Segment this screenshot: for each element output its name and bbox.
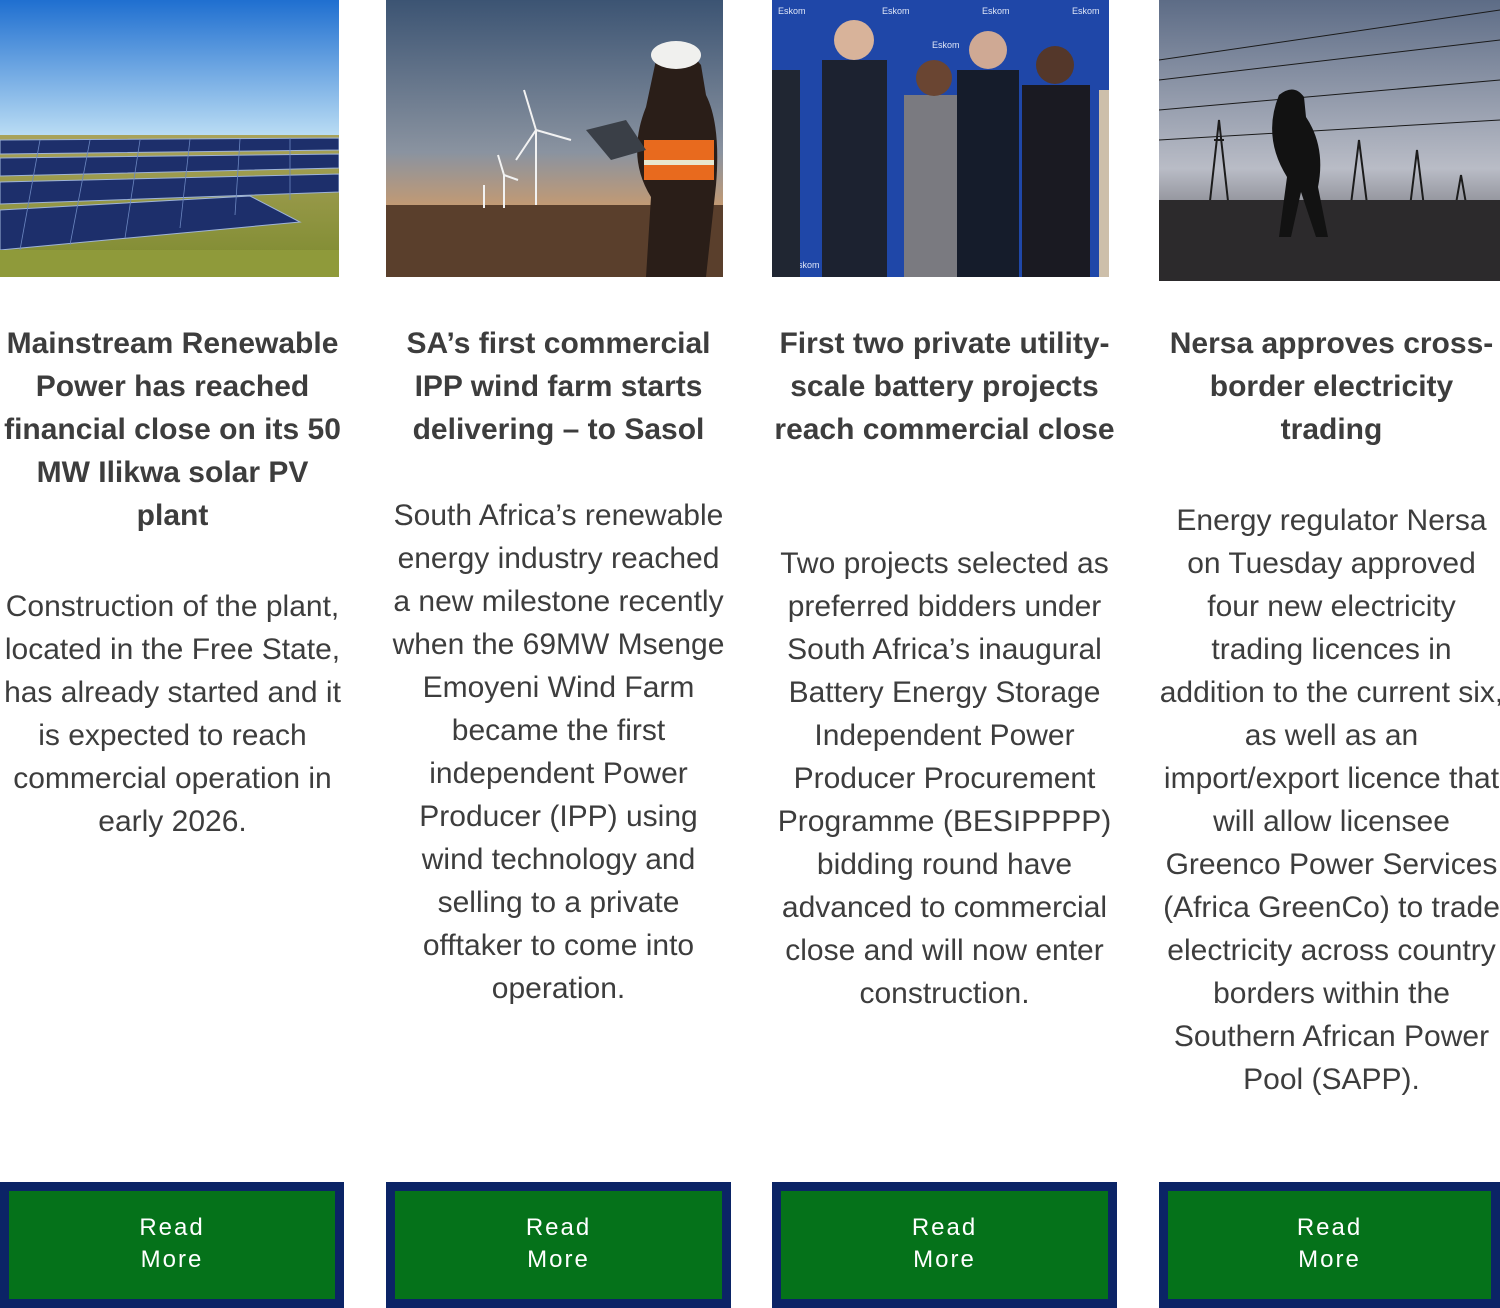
article-title[interactable]: First two private utility-scale battery … [772,322,1117,451]
article-card-1: Mainstream Renewable Power has reached f… [0,0,348,1308]
article-image[interactable] [1159,0,1500,281]
article-card-3: Eskom Eskom Eskom Eskom Eskom Eskom Firs… [772,0,1120,1308]
read-more-button[interactable]: Read More [386,1182,731,1308]
power-lines-image [1159,0,1500,281]
article-title[interactable]: Nersa approves cross-border electricity … [1163,322,1500,451]
read-more-button[interactable]: Read More [772,1182,1117,1308]
article-image[interactable] [386,0,723,277]
article-summary: Two projects selected as preferred bidde… [777,547,1112,1010]
article-summary: Construction of the plant, located in th… [4,590,341,838]
article-title[interactable]: Mainstream Renewable Power has reached f… [0,322,345,537]
article-summary: Energy regulator Nersa on Tuesday approv… [1159,504,1500,1096]
svg-text:Eskom: Eskom [1072,6,1100,16]
article-image[interactable] [0,0,339,277]
article-title[interactable]: SA’s first commercial IPP wind farm star… [386,322,731,451]
svg-text:Eskom: Eskom [882,6,910,16]
article-card-4: Nersa approves cross-border electricity … [1159,0,1500,1308]
read-more-label: Read More [1168,1191,1491,1299]
article-summary: South Africa’s renewable energy industry… [392,499,725,1005]
wind-farm-image [386,0,723,277]
read-more-button[interactable]: Read More [0,1182,344,1308]
svg-text:Eskom: Eskom [982,6,1010,16]
article-image[interactable]: Eskom Eskom Eskom Eskom Eskom Eskom [772,0,1109,277]
executives-photo-image: Eskom Eskom Eskom Eskom Eskom Eskom [772,0,1109,277]
read-more-label: Read More [395,1191,722,1299]
read-more-label: Read More [781,1191,1108,1299]
svg-text:Eskom: Eskom [778,6,806,16]
svg-text:Eskom: Eskom [932,40,960,50]
read-more-button[interactable]: Read More [1159,1182,1500,1308]
read-more-label: Read More [9,1191,335,1299]
solar-field-image [0,0,339,277]
article-card-2: SA’s first commercial IPP wind farm star… [386,0,734,1308]
